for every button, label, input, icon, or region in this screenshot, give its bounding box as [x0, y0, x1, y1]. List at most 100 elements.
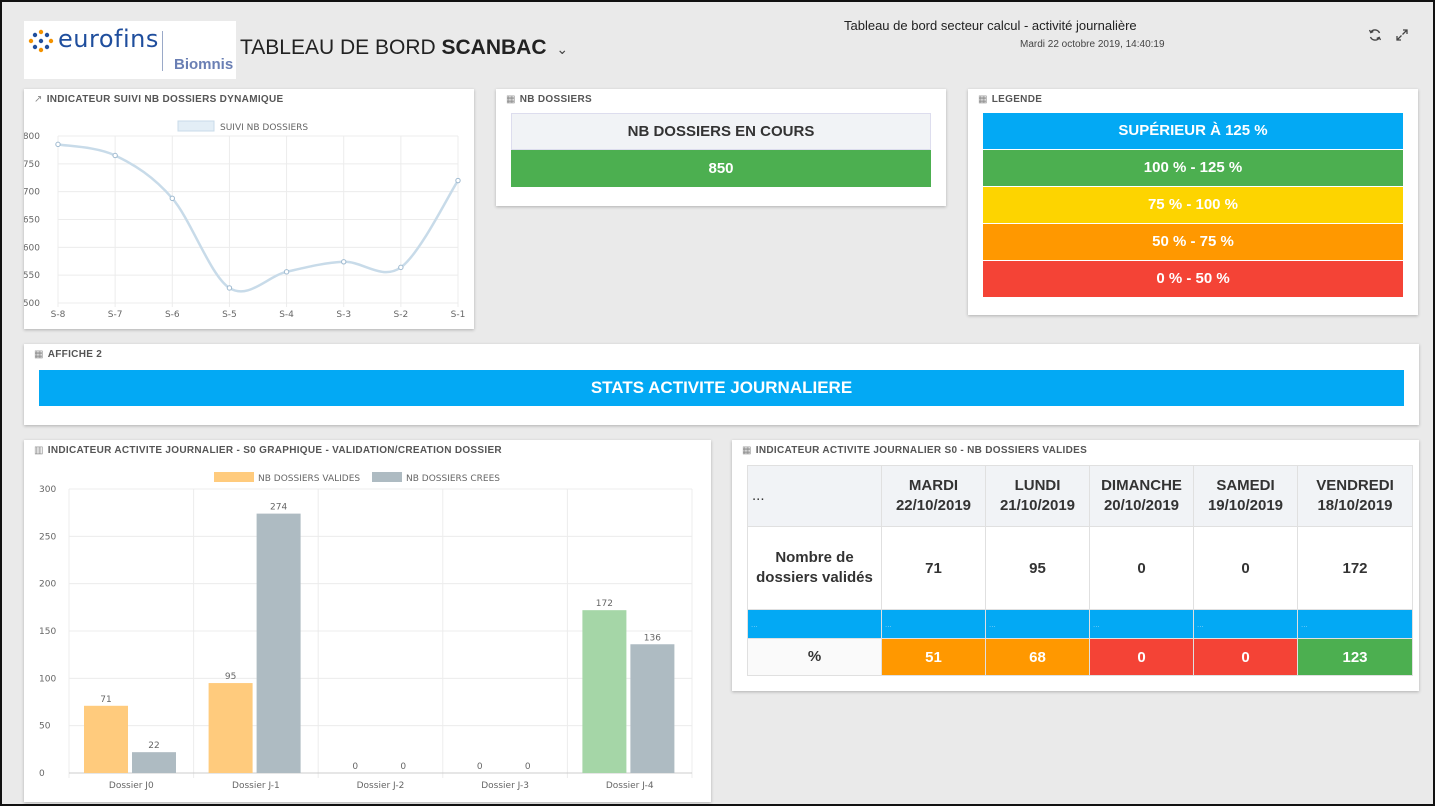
x-tick-label: Dossier J-4 [606, 781, 654, 791]
x-tick-label: S-8 [51, 310, 66, 320]
dashboard-selector[interactable]: TABLEAU DE BORD SCANBAC ⌄ [240, 36, 568, 60]
data-label: 172 [596, 599, 613, 609]
column-day: VENDREDI [1316, 477, 1394, 494]
table-cell: 71 [881, 526, 986, 610]
data-label: 71 [100, 695, 111, 705]
separator-cell: ... [1193, 609, 1298, 639]
bar [256, 513, 301, 773]
column-date: 20/10/2019 [1103, 497, 1180, 514]
column-day: MARDI [908, 477, 959, 494]
logo-text: eurofins [58, 25, 159, 53]
table-icon: ▦ [506, 94, 516, 105]
table-icon: ▦ [742, 445, 752, 456]
column-day: DIMANCHE [1101, 477, 1182, 494]
y-tick-label: 550 [24, 271, 40, 281]
legend-row: SUPÉRIEUR À 125 % [983, 113, 1403, 149]
logo-divider [162, 31, 163, 71]
table-header-row: ... MARDI 22/10/2019 LUNDI 21/10/2019 DIMA… [747, 465, 1413, 527]
legend-label: NB DOSSIERS VALIDES [258, 474, 360, 484]
data-point [455, 177, 461, 184]
panel-nb-dossiers: ▦ NB DOSSIERS NB DOSSIERS EN COURS 850 [496, 89, 946, 206]
separator-cell: ... [747, 609, 882, 639]
bar [630, 644, 675, 773]
refresh-icon[interactable] [1368, 28, 1382, 42]
activity-table: ... MARDI 22/10/2019 LUNDI 21/10/2019 DIMA… [747, 465, 1413, 676]
table-icon: ▦ [34, 349, 44, 360]
table-column-header: MARDI 22/10/2019 [881, 465, 986, 527]
panel-title: ▦ INDICATEUR ACTIVITE JOURNALIER S0 - NB … [742, 445, 1087, 456]
table-cell: 0 [1089, 526, 1194, 610]
panel-legende: ▦ LEGENDE SUPÉRIEUR À 125 % 100 % - 125 %… [968, 89, 1418, 315]
nb-dossiers-value: 850 [511, 150, 931, 187]
stats-banner: STATS ACTIVITE JOURNALIERE [39, 370, 1404, 406]
data-label: 0 [525, 762, 531, 772]
separator-cell: ... [1089, 609, 1194, 639]
panel-title-text: NB DOSSIERS [519, 94, 592, 105]
separator-cell: ... [881, 609, 986, 639]
column-day: LUNDI [1014, 477, 1061, 494]
percent-cell: 123 [1297, 638, 1413, 676]
legend-row: 75 % - 100 % [983, 187, 1403, 223]
dashboard-title-prefix: TABLEAU DE BORD [240, 36, 436, 59]
page-datetime: Mardi 22 octobre 2019, 14:40:19 [1020, 39, 1165, 50]
legend-row: 0 % - 50 % [983, 261, 1403, 297]
x-tick-label: S-4 [279, 310, 294, 320]
legend-label: SUIVI NB DOSSIERS [220, 123, 308, 133]
panel-title: ▦ AFFICHE 2 [34, 349, 102, 360]
bar [132, 752, 176, 773]
panel-suivi-nb-dossiers: ↗ INDICATEUR SUIVI NB DOSSIERS DYNAMIQUE … [24, 89, 474, 329]
logo-subtext: Biomnis [174, 56, 234, 73]
logo: eurofins Biomnis [24, 21, 236, 79]
row-label: Nombre de dossiers validés [747, 526, 882, 610]
data-point [169, 195, 175, 202]
x-tick-label: Dossier J-2 [357, 781, 405, 791]
data-label: 136 [644, 633, 661, 643]
x-tick-label: S-1 [451, 310, 466, 320]
data-label: 274 [270, 503, 287, 513]
y-tick-label: 800 [24, 132, 40, 142]
panel-title-text: INDICATEUR ACTIVITE JOURNALIER S0 - NB D… [755, 445, 1088, 456]
table-icon: ▦ [978, 94, 988, 105]
bar [84, 705, 128, 773]
x-tick-label: S-5 [222, 310, 237, 320]
table-column-header: VENDREDI 18/10/2019 [1297, 465, 1413, 527]
data-point [226, 285, 233, 291]
y-tick-label: 0 [39, 769, 45, 779]
y-tick-label: 700 [24, 188, 40, 198]
data-point [112, 152, 118, 159]
percent-cell: 51 [881, 638, 986, 676]
data-label: 95 [225, 672, 236, 682]
fullscreen-icon[interactable] [1395, 28, 1409, 42]
chevron-down-icon[interactable]: ⌄ [556, 41, 568, 57]
row-label: % [747, 638, 882, 676]
x-tick-label: S-2 [394, 310, 409, 320]
panel-affiche-2: ▦ AFFICHE 2 STATS ACTIVITE JOURNALIERE [24, 344, 1419, 425]
x-tick-label: S-7 [108, 310, 123, 320]
dashboard-frame: eurofins Biomnis TABLEAU DE BORD SCANBAC… [0, 0, 1435, 806]
data-point [283, 269, 290, 275]
series-line [57, 143, 460, 293]
panel-activite-graphique: ▥ INDICATEUR ACTIVITE JOURNALIER - S0 GRA… [24, 440, 711, 802]
table-cell: 0 [1193, 526, 1298, 610]
data-point [398, 264, 404, 271]
nb-dossiers-header: NB DOSSIERS EN COURS [511, 113, 931, 150]
legend-swatch [214, 472, 254, 482]
y-tick-label: 200 [39, 580, 56, 590]
y-tick-label: 250 [39, 532, 56, 542]
table-row: Nombre de dossiers validés 71 95 0 0 172 [747, 526, 1413, 610]
y-tick-label: 100 [39, 674, 56, 684]
bar-chart: NB DOSSIERS VALIDES NB DOSSIERS CREES 0 50 1… [39, 472, 693, 791]
y-tick-label: 50 [39, 722, 51, 732]
table-cell: 95 [985, 526, 1090, 610]
column-date: 21/10/2019 [999, 497, 1076, 514]
line-chart: SUIVI NB DOSSIERS 500 550 600 650 700 750 800 S-… [24, 120, 466, 320]
x-tick-label: Dossier J0 [109, 781, 154, 791]
panel-activite-table: ▦ INDICATEUR ACTIVITE JOURNALIER S0 - NB … [732, 440, 1419, 691]
separator-cell: ... [985, 609, 1090, 639]
panel-title-text: LEGENDE [991, 94, 1043, 105]
table-column-header: SAMEDI 19/10/2019 [1193, 465, 1298, 527]
column-date: 19/10/2019 [1207, 497, 1284, 514]
legend-label: NB DOSSIERS CREES [406, 474, 500, 484]
y-tick-label: 750 [24, 160, 40, 170]
y-tick-label: 600 [24, 243, 40, 253]
